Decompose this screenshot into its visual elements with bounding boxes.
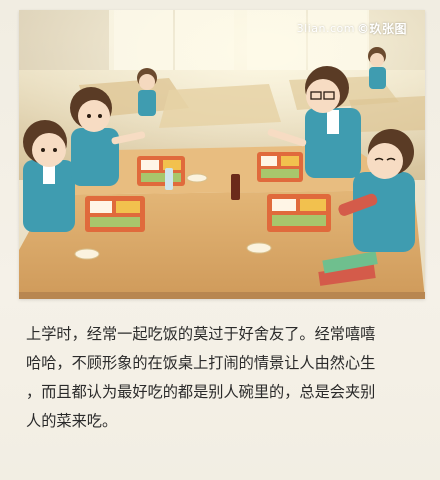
caption-text: 上学时，经常一起吃饭的莫过于好舍友了。经常嘻嘻 哈哈，不顾形象的在饭桌上打闹的情… xyxy=(26,320,418,436)
food-tray-1 xyxy=(137,156,185,186)
water-bottle xyxy=(165,168,173,190)
watermark-brand: ©玖张图 xyxy=(356,22,407,36)
caption-line: 人的菜来吃。 xyxy=(26,412,118,430)
background-student-left xyxy=(137,68,157,116)
bowl-2 xyxy=(74,248,100,260)
caption-line: 上学时，经常一起吃饭的莫过于好舍友了。经常嘻嘻 xyxy=(26,325,376,343)
caption-line: 哈哈，不顾形象的在饭桌上打闹的情景让人由然心生 xyxy=(26,354,376,372)
background-student-right xyxy=(368,47,386,89)
bowl-1 xyxy=(186,173,208,183)
caption-line: ，而且都认为最好吃的都是别人碗里的，总是会夹别 xyxy=(26,383,376,401)
food-tray-2 xyxy=(257,152,303,182)
watermark-site: 3lian.com xyxy=(296,22,355,35)
background-table-2 xyxy=(159,84,281,128)
food-tray-3 xyxy=(85,196,145,232)
food-tray-4 xyxy=(267,194,331,232)
post-card: 3lian.com ©玖张图 上学时，经常一起吃饭的莫过于好舍友了。经常嘻嘻 哈… xyxy=(0,0,440,480)
sauce-bottle xyxy=(231,174,240,200)
watermark: 3lian.com ©玖张图 xyxy=(297,20,407,37)
illustration-canvas xyxy=(19,10,425,299)
bowl-3 xyxy=(246,242,272,254)
cafeteria-illustration: 3lian.com ©玖张图 xyxy=(19,10,425,299)
